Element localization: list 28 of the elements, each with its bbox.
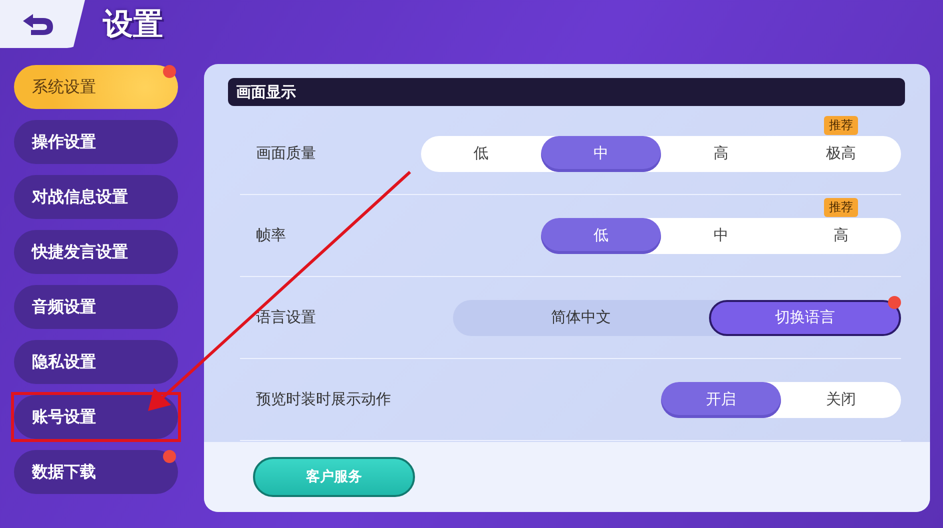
setting-label: 语言设置 [256, 308, 316, 327]
sidebar-tab[interactable]: 操作设置 [14, 120, 178, 164]
sidebar-tab[interactable]: 对战信息设置 [14, 175, 178, 219]
section-header: 画面显示 [228, 78, 905, 106]
sidebar-tab[interactable]: 隐私设置 [14, 340, 178, 384]
recommended-badge: 推荐 [824, 116, 858, 134]
option-button[interactable]: 高 [781, 218, 901, 254]
option-button[interactable]: 关闭 [781, 382, 901, 418]
back-arrow-icon [20, 12, 54, 36]
sidebar-tab[interactable]: 数据下载 [14, 450, 178, 494]
option-button[interactable]: 低 [421, 136, 541, 172]
option-button[interactable]: 开启 [661, 382, 781, 418]
recommended-badge: 推荐 [824, 198, 858, 216]
sidebar-tab[interactable]: 系统设置 [14, 65, 178, 109]
option-button[interactable]: 高 [661, 136, 781, 172]
back-button[interactable] [0, 0, 85, 48]
setting-label: 预览时装时展示动作 [256, 390, 391, 409]
sidebar-tab[interactable]: 快捷发言设置 [14, 230, 178, 274]
page-title: 设置 [103, 6, 163, 44]
option-button[interactable]: 极高 [781, 136, 901, 172]
sidebar-tab[interactable]: 账号设置 [14, 395, 178, 439]
current-language: 简体中文 [550, 308, 612, 327]
sidebar-tab[interactable]: 音频设置 [14, 285, 178, 329]
setting-label: 画面质量 [256, 144, 316, 163]
setting-label: 帧率 [256, 226, 286, 245]
option-button[interactable]: 低 [541, 218, 661, 254]
option-button[interactable]: 中 [541, 136, 661, 172]
option-button[interactable]: 中 [661, 218, 781, 254]
